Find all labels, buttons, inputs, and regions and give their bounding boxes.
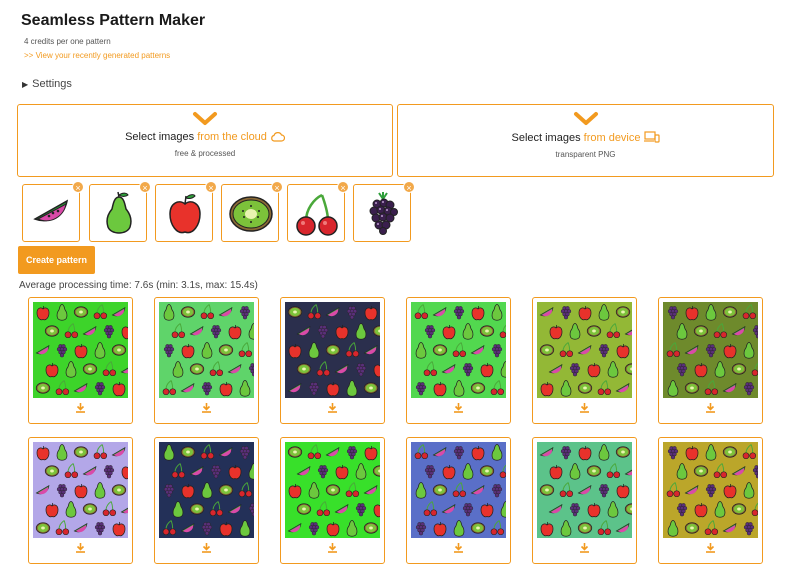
download-button[interactable] — [155, 400, 258, 418]
remove-image-button[interactable]: × — [337, 181, 349, 193]
pattern-card[interactable] — [658, 437, 763, 564]
download-button[interactable] — [659, 540, 762, 558]
select-from-cloud-button[interactable]: Select images from the cloud free & proc… — [17, 104, 393, 177]
selected-image[interactable]: × — [287, 181, 349, 242]
pattern-preview[interactable] — [663, 442, 758, 538]
download-button[interactable] — [29, 540, 132, 558]
remove-image-button[interactable]: × — [403, 181, 415, 193]
cloud-prefix: Select images — [125, 131, 198, 143]
pattern-card[interactable] — [532, 297, 637, 424]
kiwi-icon — [229, 196, 273, 232]
watermelon-icon — [33, 199, 69, 222]
pattern-preview[interactable] — [537, 302, 632, 398]
pattern-preview[interactable] — [285, 442, 380, 538]
selected-image[interactable]: × — [22, 181, 84, 242]
apple-icon — [169, 194, 201, 234]
pattern-card[interactable] — [658, 297, 763, 424]
cloud-accent: from the cloud — [197, 131, 267, 143]
pattern-card[interactable] — [28, 297, 133, 424]
blackberry-icon — [369, 192, 398, 235]
cloud-icon — [271, 132, 285, 142]
download-button[interactable] — [659, 400, 762, 418]
download-icon — [706, 543, 715, 553]
pattern-preview[interactable] — [663, 302, 758, 398]
pattern-preview[interactable] — [411, 442, 506, 538]
pattern-preview[interactable] — [159, 302, 254, 398]
remove-image-button[interactable]: × — [205, 181, 217, 193]
create-pattern-button[interactable]: Create pattern — [18, 246, 95, 274]
remove-image-button[interactable]: × — [72, 181, 84, 193]
chevron-down-icon — [573, 112, 598, 125]
download-icon — [328, 403, 337, 413]
device-prefix: Select images — [511, 132, 584, 144]
device-accent: from device — [583, 132, 641, 144]
download-icon — [580, 403, 589, 413]
cherry-icon — [296, 193, 338, 236]
download-button[interactable] — [407, 400, 510, 418]
processing-time-note: Average processing time: 7.6s (min: 3.1s… — [19, 280, 258, 291]
download-button[interactable] — [533, 400, 636, 418]
selected-image[interactable]: × — [89, 181, 151, 242]
download-icon — [328, 543, 337, 553]
devices-icon — [643, 131, 660, 143]
download-icon — [454, 403, 463, 413]
download-icon — [76, 403, 85, 413]
download-button[interactable] — [281, 400, 384, 418]
settings-toggle[interactable]: ▶ Settings — [22, 78, 72, 90]
pattern-card[interactable] — [28, 437, 133, 564]
recent-patterns-link[interactable]: >> View your recently generated patterns — [24, 51, 170, 60]
download-icon — [76, 543, 85, 553]
pattern-card[interactable] — [154, 297, 259, 424]
pattern-preview[interactable] — [33, 442, 128, 538]
download-button[interactable] — [407, 540, 510, 558]
pattern-preview[interactable] — [285, 302, 380, 398]
pattern-card[interactable] — [280, 297, 385, 424]
pattern-card[interactable] — [406, 437, 511, 564]
download-icon — [706, 403, 715, 413]
download-icon — [202, 543, 211, 553]
selected-image[interactable]: × — [221, 181, 283, 242]
triangle-right-icon: ▶ — [22, 80, 29, 89]
selected-image[interactable]: × — [155, 181, 217, 242]
remove-image-button[interactable]: × — [271, 181, 283, 193]
chevron-down-icon — [193, 112, 217, 125]
pattern-preview[interactable] — [411, 302, 506, 398]
pattern-preview[interactable] — [159, 442, 254, 538]
pattern-preview[interactable] — [537, 442, 632, 538]
pattern-card[interactable] — [532, 437, 637, 564]
download-icon — [580, 543, 589, 553]
pattern-card[interactable] — [280, 437, 385, 564]
settings-label: Settings — [32, 78, 72, 90]
pear-icon — [106, 191, 132, 234]
page-title: Seamless Pattern Maker — [21, 12, 206, 29]
download-button[interactable] — [281, 540, 384, 558]
download-button[interactable] — [533, 540, 636, 558]
pattern-preview[interactable] — [33, 302, 128, 398]
pattern-card[interactable] — [406, 297, 511, 424]
cloud-note: free & processed — [174, 149, 236, 158]
credits-note: 4 credits per one pattern — [24, 37, 111, 46]
select-from-device-button[interactable]: Select images from device transparent PN… — [397, 104, 774, 177]
pattern-card[interactable] — [154, 437, 259, 564]
download-button[interactable] — [155, 540, 258, 558]
selected-image[interactable]: × — [353, 181, 415, 242]
download-button[interactable] — [29, 400, 132, 418]
download-icon — [202, 403, 211, 413]
remove-image-button[interactable]: × — [139, 181, 151, 193]
download-icon — [454, 543, 463, 553]
device-note: transparent PNG — [555, 150, 616, 159]
